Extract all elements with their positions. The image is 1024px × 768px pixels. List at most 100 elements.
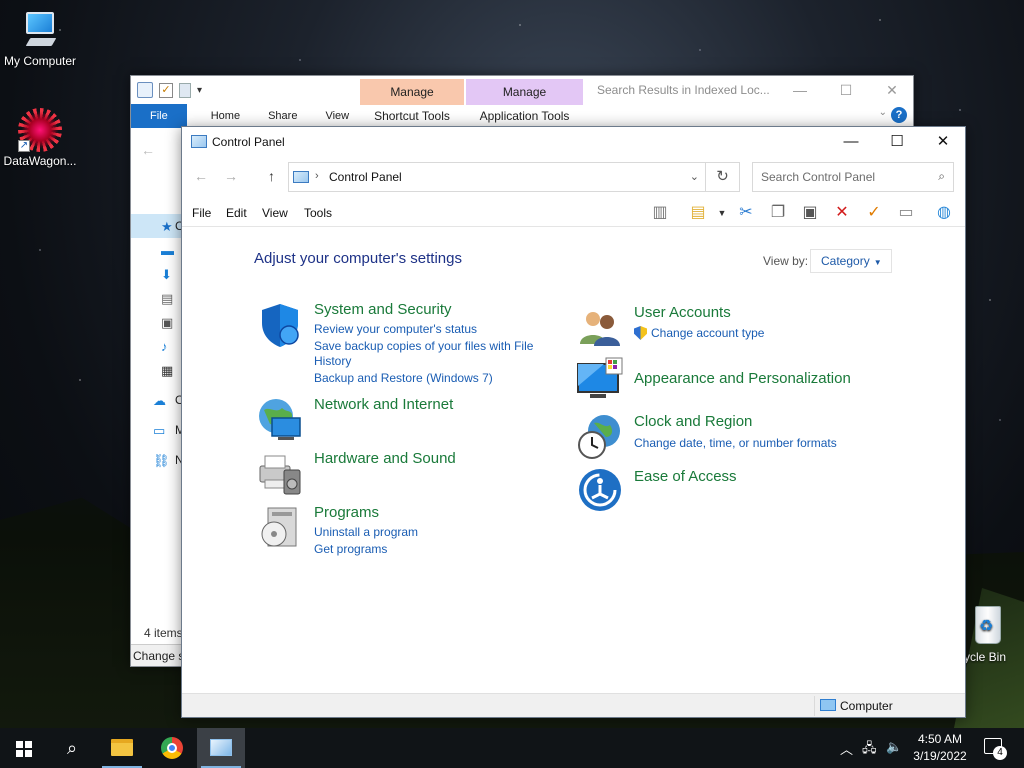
explorer-titlebar[interactable]: ✓ ▾ Manage Shortcut Tools Manage Applica… [131, 76, 915, 127]
ribbon-expand-chevron-icon[interactable]: ⌄ [879, 107, 887, 118]
desktop-icon-datawagon[interactable]: ↗ DataWagon... [0, 108, 80, 168]
nav-item-quick-access[interactable]: ★ C [131, 214, 184, 238]
link-file-history-cont[interactable]: History [314, 354, 351, 369]
forward-arrow-icon[interactable]: → [224, 168, 238, 184]
category-title[interactable]: System and Security [314, 301, 452, 318]
preview-pane-icon[interactable]: ▥ [648, 202, 672, 224]
back-arrow-icon[interactable]: ← [194, 168, 208, 184]
address-dropdown-icon[interactable]: ⌄ [690, 170, 699, 183]
monitor-palette-icon [577, 357, 623, 398]
computer-icon: ▭ [153, 423, 166, 438]
nav-item-desktop[interactable]: ▬ [131, 238, 183, 262]
taskbar-control-panel[interactable] [197, 728, 245, 768]
control-panel-window[interactable]: Control Panel — ☐ ✕ ← → ↑ › Control Pane… [181, 126, 966, 718]
breadcrumb-chevron-icon[interactable]: › [315, 170, 319, 182]
link-file-history[interactable]: Save backup copies of your files with Fi… [314, 339, 533, 354]
tab-home[interactable]: Home [187, 104, 254, 128]
programs-disc-icon [261, 507, 297, 547]
nav-item-this-pc[interactable]: ▭ M [131, 418, 185, 442]
menu-view[interactable]: View [262, 206, 288, 220]
back-arrow-icon[interactable]: ← [141, 142, 155, 158]
globe-network-icon [259, 399, 301, 440]
menu-tools[interactable]: Tools [304, 206, 332, 220]
network-tray-icon[interactable]: 🖧 [862, 739, 877, 761]
minimize-button[interactable]: — [777, 80, 823, 102]
quick-access-toolbar: ✓ ▾ [137, 82, 202, 98]
nav-item-videos[interactable]: ▦ [131, 358, 183, 382]
context-group-label: Manage [360, 79, 464, 105]
menu-bar: File Edit View Tools ▥ ▤ ▼ ✂ ❐ ▣ ✕ ✓ ▭ ◍ [182, 199, 965, 227]
link-uninstall-program[interactable]: Uninstall a program [314, 525, 418, 540]
search-box[interactable]: ⌕ [752, 162, 954, 192]
address-bar[interactable]: › Control Panel ⌄ [288, 162, 706, 192]
volume-icon[interactable]: 🔈 [886, 739, 902, 755]
link-review-status[interactable]: Review your computer's status [314, 322, 477, 337]
tab-share[interactable]: Share [254, 104, 311, 128]
start-button[interactable] [0, 728, 48, 768]
link-change-account-type[interactable]: Change account type [651, 326, 764, 341]
status-divider [814, 696, 815, 716]
cut-scissors-icon[interactable]: ✂ [734, 202, 758, 224]
tab-file[interactable]: File [131, 104, 187, 128]
help-icon[interactable]: ? [891, 107, 907, 123]
clock[interactable]: 4:50 AM 3/19/2022 [907, 731, 973, 765]
nav-item-music[interactable]: ♪ [131, 334, 183, 358]
view-by-label: View by: [763, 254, 809, 268]
properties-icon[interactable]: ✓ [159, 82, 173, 98]
users-icon [580, 312, 620, 346]
menu-edit[interactable]: Edit [226, 206, 247, 220]
search-icon[interactable]: ⌕ [48, 728, 96, 768]
maximize-button[interactable]: ☐ [823, 80, 869, 102]
menu-file[interactable]: File [192, 206, 211, 220]
film-icon: ▦ [161, 363, 174, 378]
desktop-icon-my-computer[interactable]: My Computer [0, 10, 80, 68]
category-title[interactable]: Programs [314, 504, 379, 521]
search-icon[interactable]: ⌕ [938, 169, 945, 184]
category-title[interactable]: Hardware and Sound [314, 450, 456, 467]
maximize-button[interactable]: ☐ [874, 127, 920, 157]
category-title[interactable]: Clock and Region [634, 413, 752, 430]
category-title[interactable]: Appearance and Personalization [634, 370, 851, 387]
category-appearance-and-personalization: Appearance and Personalization [576, 356, 886, 404]
category-title[interactable]: Network and Internet [314, 396, 453, 413]
nav-item-downloads[interactable]: ⬇ [131, 262, 183, 286]
new-folder-icon[interactable] [179, 82, 191, 98]
paste-clipboard-icon[interactable]: ▣ [798, 202, 822, 224]
taskbar-file-explorer[interactable] [98, 728, 146, 768]
minimize-button[interactable]: — [828, 127, 874, 157]
link-backup-restore[interactable]: Backup and Restore (Windows 7) [314, 371, 493, 386]
copy-icon[interactable]: ❐ [766, 202, 790, 224]
refresh-button[interactable]: ↻ [706, 162, 740, 192]
star-icon: ★ [161, 219, 173, 234]
status-bar: Computer [182, 693, 965, 717]
breadcrumb-control-panel[interactable]: Control Panel [329, 170, 402, 184]
nav-item-documents[interactable]: ▤ [131, 286, 183, 310]
options-dropdown-icon[interactable]: ▼ [710, 202, 734, 224]
link-get-programs[interactable]: Get programs [314, 542, 387, 557]
document-icon: ▤ [161, 291, 174, 306]
folder-options-icon[interactable]: ▤ [686, 202, 710, 224]
close-button[interactable]: ✕ [869, 80, 915, 102]
tray-chevron-up-icon[interactable]: ︿ [840, 739, 853, 758]
tab-view[interactable]: View [311, 104, 363, 128]
nav-item-pictures[interactable]: ▣ [131, 310, 183, 334]
rename-icon[interactable]: ▭ [894, 202, 918, 224]
nav-item-onedrive[interactable]: ☁ O [131, 388, 184, 412]
category-title[interactable]: User Accounts [634, 304, 731, 321]
taskbar-chrome[interactable] [148, 728, 196, 768]
delete-x-icon[interactable]: ✕ [830, 202, 854, 224]
control-panel-titlebar[interactable]: Control Panel — ☐ ✕ [182, 127, 965, 157]
clock-time: 4:50 AM [917, 732, 963, 746]
view-by-dropdown[interactable]: Category ▼ [810, 249, 892, 273]
checkmark-icon[interactable]: ✓ [862, 202, 886, 224]
up-arrow-icon[interactable]: ↑ [268, 168, 275, 184]
globe-icon[interactable]: ◍ [932, 202, 956, 224]
customize-qat-button[interactable]: ▾ [197, 85, 202, 96]
nav-item-network[interactable]: ⛓ N [131, 448, 184, 472]
link-change-date-time[interactable]: Change date, time, or number formats [634, 436, 837, 451]
search-input[interactable] [761, 164, 931, 190]
clock-globe-icon [578, 415, 620, 459]
category-title[interactable]: Ease of Access [634, 468, 737, 485]
close-button[interactable]: ✕ [920, 127, 966, 157]
category-programs: Programs Uninstall a program Get program… [256, 504, 556, 557]
